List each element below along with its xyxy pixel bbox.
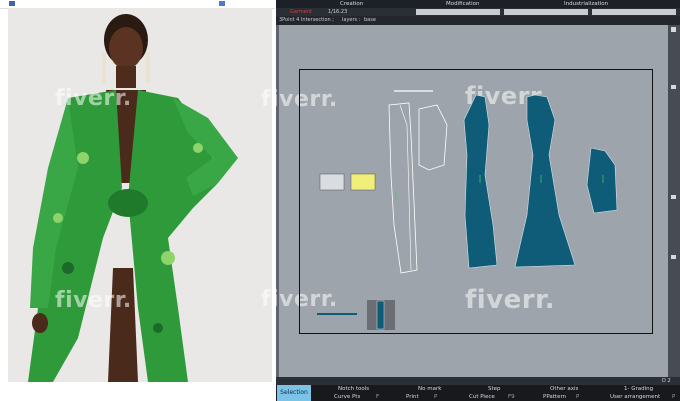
shortcut-key: F: [376, 394, 380, 400]
current-tool-label: 3Point 4 Intersection ;: [279, 17, 334, 23]
creation-field[interactable]: [416, 9, 500, 15]
pattern-pieces-layer: [317, 90, 618, 330]
cad-application-window: Creation Modification Industrialization …: [261, 0, 680, 401]
scroll-up-button[interactable]: [671, 27, 676, 32]
watermark: fiverr.: [55, 86, 132, 111]
cut-piece-button[interactable]: Cut Piece: [469, 393, 495, 401]
shortcut-key: P: [672, 394, 676, 400]
menu-industrialization[interactable]: Industrialization: [564, 0, 608, 8]
scroll-marker: [671, 85, 676, 89]
no-mark-button[interactable]: No mark: [418, 385, 441, 393]
menu-creation[interactable]: Creation: [340, 0, 363, 8]
window-icon: [9, 1, 15, 6]
watermark: fiverr.: [55, 288, 132, 313]
bottom-tool-palette: Selection Notch tools No mark Step Other…: [276, 385, 680, 401]
status-bar: D 2: [276, 377, 680, 385]
other-axis-button[interactable]: Other axis: [550, 385, 578, 393]
shortcut-key: P: [434, 394, 438, 400]
scroll-marker: [671, 255, 676, 259]
secondary-toolbar: Garment 1/16.23: [276, 8, 680, 16]
filled-piece-sleeve[interactable]: [586, 147, 618, 214]
model-label: Garment: [290, 9, 312, 15]
selection-button[interactable]: Selection: [277, 385, 311, 401]
menu-modification[interactable]: Modification: [446, 0, 480, 8]
model-photo-panel: fiverr. fiverr.: [0, 0, 275, 401]
shortcut-key: P: [576, 394, 580, 400]
layer-name[interactable]: base: [364, 16, 376, 25]
right-scrollbar[interactable]: [668, 25, 680, 377]
modification-field[interactable]: [504, 9, 588, 15]
pattern-canvas[interactable]: fiverr. fiverr. fiverr. fiverr.: [261, 25, 668, 377]
thumbnail-piece-gray[interactable]: [319, 173, 345, 191]
share-icon: [219, 1, 225, 6]
scroll-marker: [671, 195, 676, 199]
outline-piece-front[interactable]: [388, 102, 418, 274]
filled-piece-left-panel[interactable]: [463, 94, 498, 269]
outline-piece-seam: [399, 104, 412, 271]
user-arrangement-button[interactable]: User arrangement: [610, 393, 660, 401]
status-path-bar: 3Point 4 Intersection ; layers : base: [276, 16, 680, 25]
notch-tools-button[interactable]: Notch tools: [338, 385, 369, 393]
print-button[interactable]: Print: [406, 393, 419, 401]
curve-pts-button[interactable]: Curve Pts: [334, 393, 360, 401]
small-piece-tab[interactable]: [376, 300, 385, 330]
page-control[interactable]: D 2: [662, 377, 671, 385]
industrialization-field[interactable]: [592, 9, 676, 15]
thumbnail-piece-yellow[interactable]: [350, 173, 376, 191]
shortcut-key: F9: [508, 394, 515, 400]
layers-label: layers :: [342, 17, 361, 23]
top-menu-bar: Creation Modification Industrialization: [276, 0, 680, 8]
grading-button[interactable]: 1- Grading: [624, 385, 653, 393]
scale-readout: 1/16.23: [328, 9, 348, 15]
model-wearing-green-dress-image: [28, 14, 238, 382]
filled-piece-center-panel[interactable]: [514, 94, 576, 268]
outline-piece-sleeve[interactable]: [418, 104, 448, 171]
step-button[interactable]: Step: [488, 385, 501, 393]
ppattern-button[interactable]: PPattern: [543, 393, 566, 401]
